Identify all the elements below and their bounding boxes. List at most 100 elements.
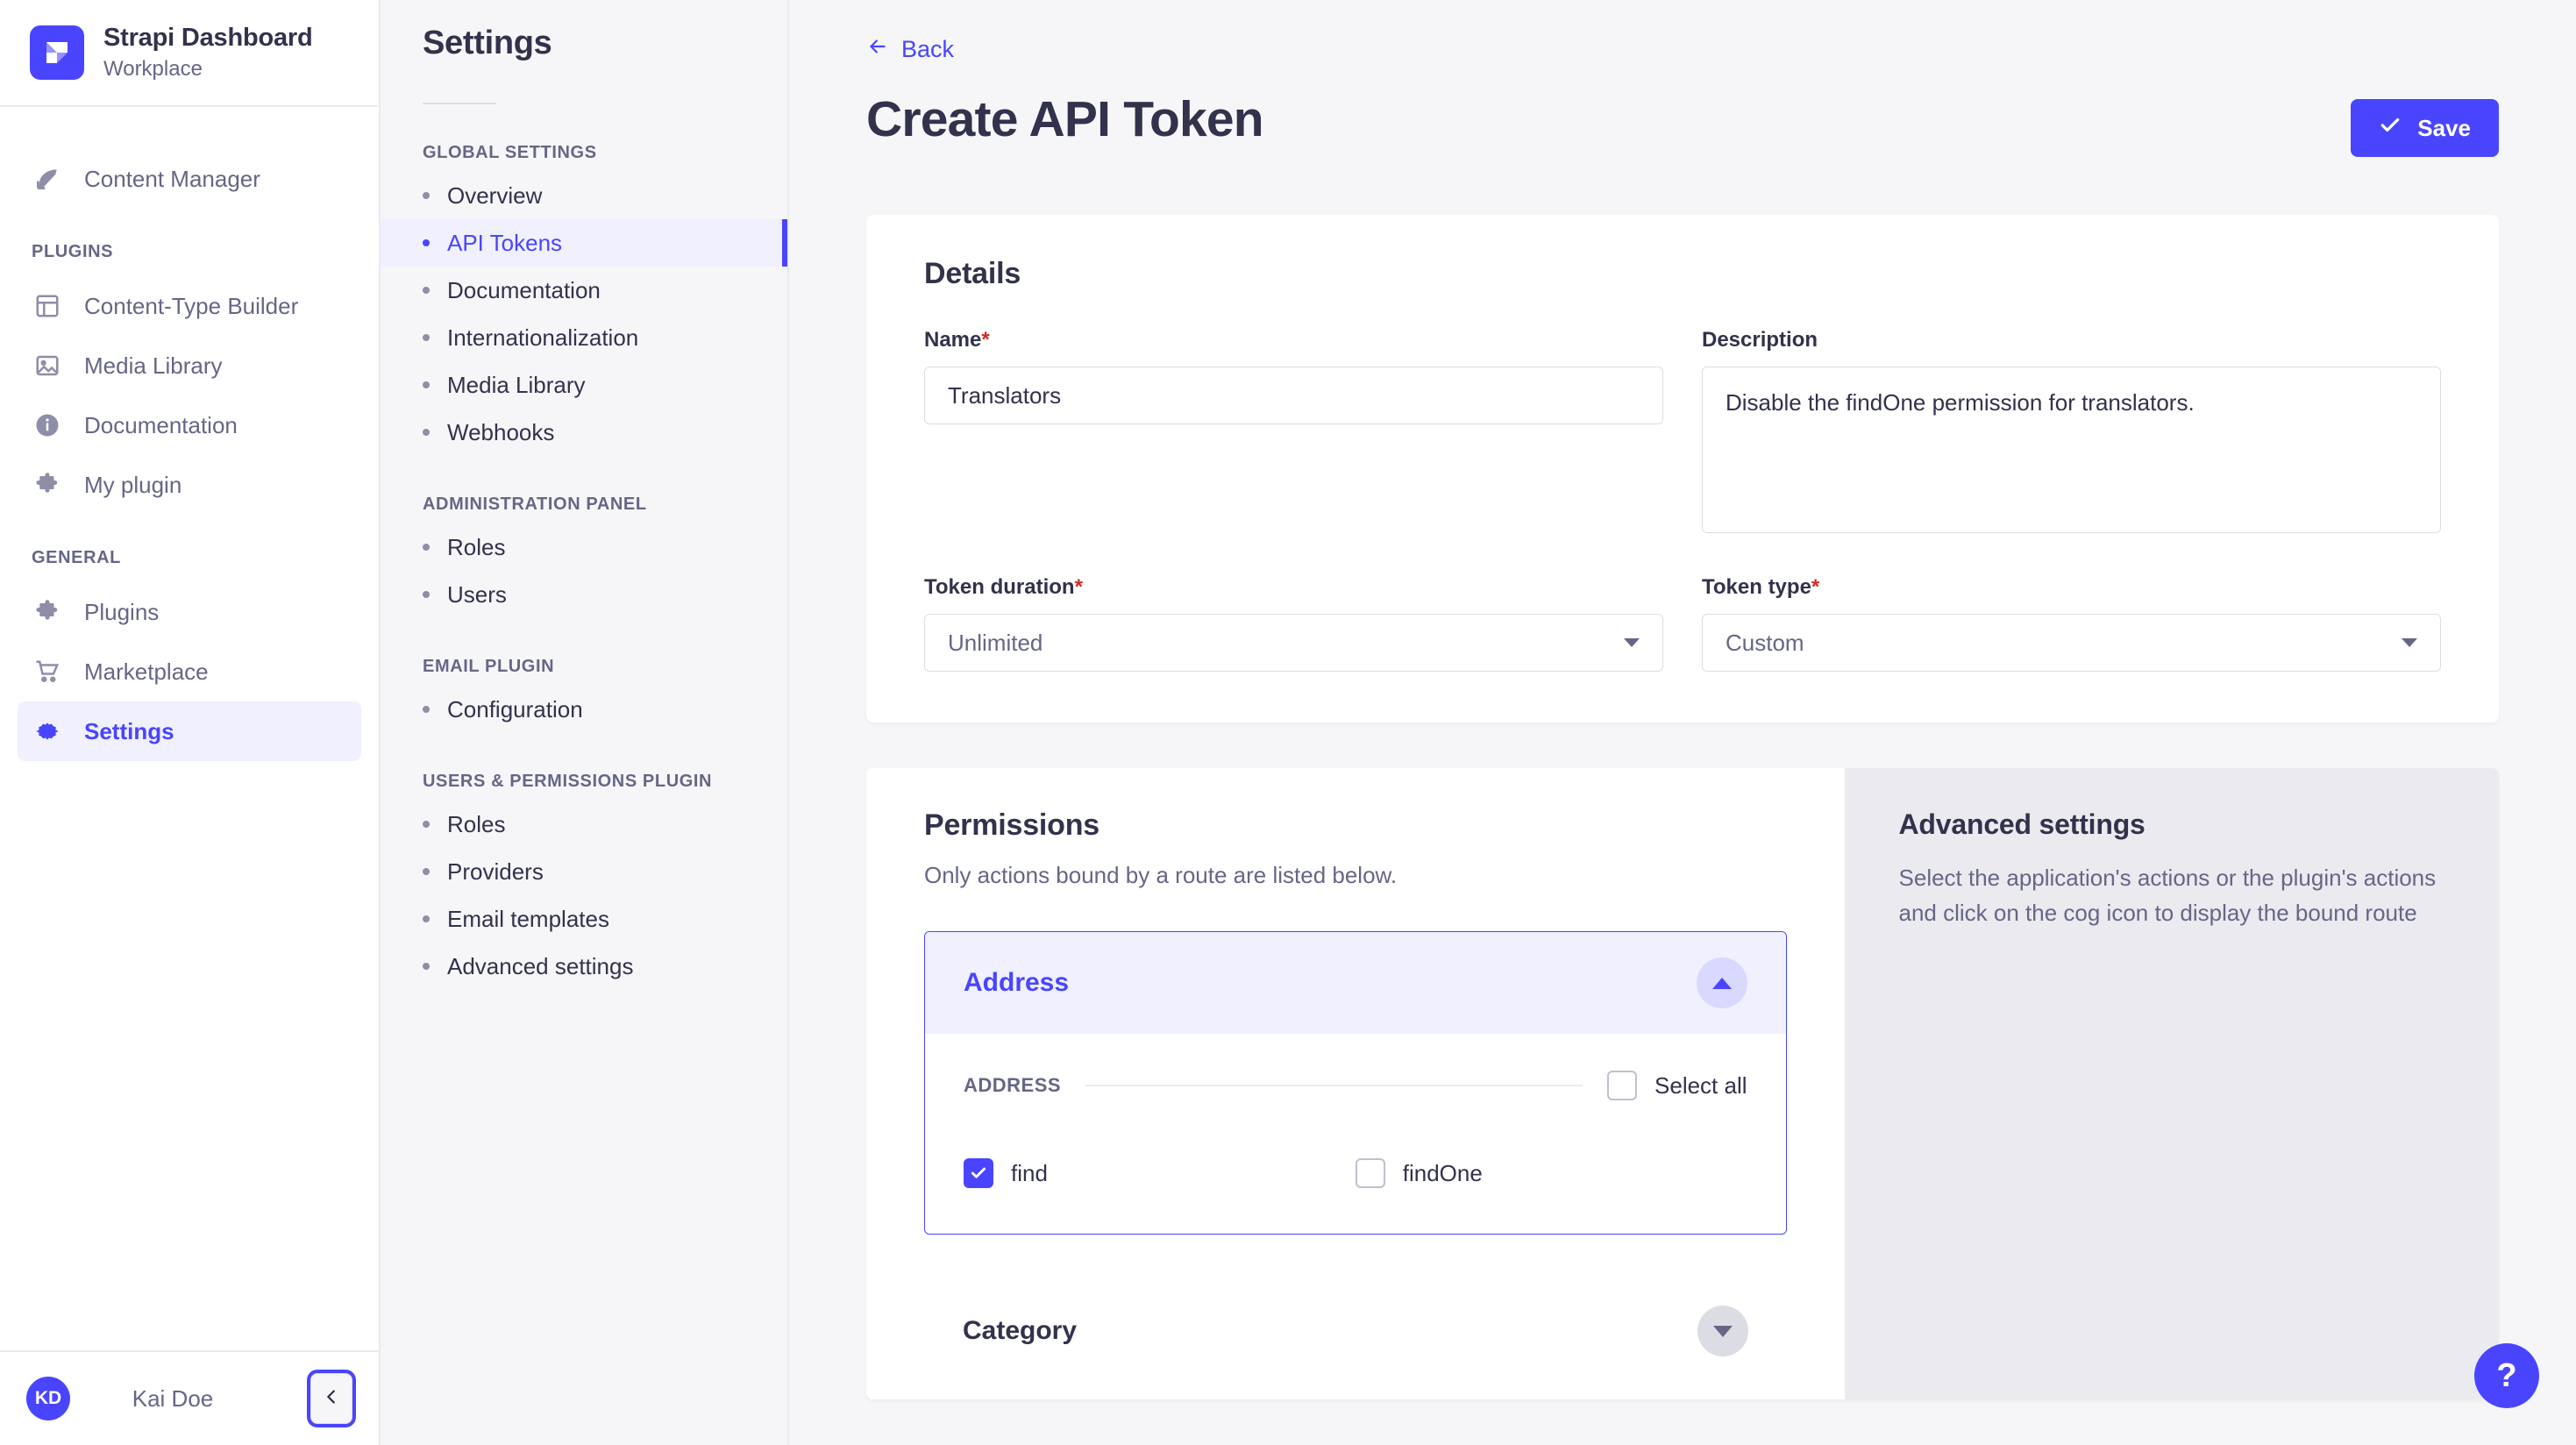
sidebar-item-label: Marketplace <box>84 658 209 686</box>
divider <box>1085 1085 1583 1086</box>
findone-checkbox[interactable] <box>1356 1158 1385 1188</box>
save-button[interactable]: Save <box>2351 99 2499 157</box>
name-input[interactable] <box>924 367 1663 424</box>
subnav-item-api-tokens[interactable]: API Tokens <box>381 219 787 267</box>
cart-icon <box>32 656 63 687</box>
bullet-icon <box>423 544 430 551</box>
accordion-address-label: Address <box>964 968 1069 998</box>
brand-title: Strapi Dashboard <box>103 23 313 53</box>
address-subsection-header: ADDRESS Select all <box>964 1071 1747 1100</box>
token-type-select[interactable]: Custom <box>1702 614 2441 672</box>
sidebar-footer: KD Kai Doe <box>0 1350 379 1445</box>
action-row-find[interactable]: find <box>964 1158 1356 1188</box>
subnav-item-label: Roles <box>447 534 505 561</box>
sidebar-nav: Content Manager PLUGINS Content-Type Bui… <box>0 107 379 1350</box>
sidebar-group-label-general: GENERAL <box>18 548 361 568</box>
permissions-title: Permissions <box>924 808 1787 843</box>
main-content: Back Create API Token Save Details N <box>789 0 2576 1445</box>
subnav-item-configuration[interactable]: Configuration <box>381 686 787 733</box>
select-all-label: Select all <box>1654 1072 1747 1100</box>
accordion-category-label: Category <box>963 1316 1077 1346</box>
token-type-value: Custom <box>1726 630 1804 657</box>
subnav-item-label: Media Library <box>447 372 586 399</box>
name-label: Name* <box>924 328 1663 352</box>
sidebar-item-plugins[interactable]: Plugins <box>18 582 361 642</box>
token-duration-select[interactable]: Unlimited <box>924 614 1663 672</box>
subnav-item-internationalization[interactable]: Internationalization <box>381 314 787 361</box>
sidebar-item-label: Settings <box>84 718 174 745</box>
sidebar-item-content-manager[interactable]: Content Manager <box>18 149 361 209</box>
sidebar-item-media-library[interactable]: Media Library <box>18 336 361 395</box>
subnav-item-overview[interactable]: Overview <box>381 172 787 219</box>
chevron-down-icon[interactable] <box>1697 1306 1748 1356</box>
description-textarea[interactable]: Disable the findOne permission for trans… <box>1702 367 2441 533</box>
brand-subtitle: Workplace <box>103 55 313 82</box>
bullet-icon <box>423 381 430 388</box>
sidebar-item-marketplace[interactable]: Marketplace <box>18 642 361 701</box>
save-button-label: Save <box>2417 115 2471 142</box>
feather-icon <box>32 163 63 195</box>
sidebar-item-label: Plugins <box>84 599 159 626</box>
help-button[interactable]: ? <box>2474 1343 2539 1408</box>
permissions-section: Permissions Only actions bound by a rout… <box>866 768 2499 1399</box>
subnav-group-label-users-permissions-plugin: USERS & PERMISSIONS PLUGIN <box>381 772 787 792</box>
permissions-subtitle: Only actions bound by a route are listed… <box>924 862 1787 889</box>
subnav-item-providers[interactable]: Providers <box>381 848 787 895</box>
description-label: Description <box>1702 328 2441 352</box>
sidebar-group-label-plugins: PLUGINS <box>18 242 361 262</box>
sidebar-item-label: Documentation <box>84 412 238 439</box>
sidebar-item-my-plugin[interactable]: My plugin <box>18 455 361 515</box>
subnav-group-label-administration-panel: ADMINISTRATION PANEL <box>381 495 787 515</box>
subnav-item-admin-users[interactable]: Users <box>381 571 787 618</box>
sidebar-collapse-button[interactable] <box>310 1373 352 1424</box>
token-duration-label: Token duration* <box>924 575 1663 600</box>
subnav-item-label: Email templates <box>447 906 609 933</box>
info-icon <box>32 409 63 441</box>
advanced-settings-panel: Advanced settings Select the application… <box>1845 768 2499 1399</box>
sidebar-item-settings[interactable]: Settings <box>18 701 361 761</box>
settings-subnav: Settings GLOBAL SETTINGS Overview API To… <box>381 0 789 1445</box>
back-link[interactable]: Back <box>866 35 954 64</box>
strapi-logo-icon <box>30 25 84 80</box>
check-icon <box>2379 114 2402 143</box>
bullet-icon <box>423 192 430 199</box>
select-all-checkbox-row[interactable]: Select all <box>1607 1071 1747 1100</box>
sidebar-item-content-type-builder[interactable]: Content-Type Builder <box>18 276 361 336</box>
avatar[interactable]: KD <box>26 1377 70 1420</box>
chevron-up-icon[interactable] <box>1697 957 1747 1008</box>
subnav-title: Settings <box>381 25 787 62</box>
bullet-icon <box>423 821 430 828</box>
select-all-checkbox[interactable] <box>1607 1071 1637 1100</box>
chevron-left-icon <box>322 1387 341 1411</box>
subnav-item-label: Advanced settings <box>447 953 633 980</box>
subnav-item-advanced-settings[interactable]: Advanced settings <box>381 943 787 990</box>
accordion-address-header[interactable]: Address <box>925 932 1786 1034</box>
subnav-item-label: Users <box>447 581 507 609</box>
required-asterisk: * <box>1075 575 1083 599</box>
subnav-item-media-library[interactable]: Media Library <box>381 361 787 409</box>
action-row-findone[interactable]: findOne <box>1356 1158 1747 1188</box>
subnav-item-admin-roles[interactable]: Roles <box>381 523 787 571</box>
bullet-icon <box>423 287 430 294</box>
token-duration-value: Unlimited <box>948 630 1042 657</box>
subnav-item-label: Internationalization <box>447 324 638 352</box>
sidebar-item-label: Content-Type Builder <box>84 293 298 320</box>
accordion-category-header[interactable]: Category <box>924 1280 1787 1382</box>
main-sidebar: Strapi Dashboard Workplace Content Manag… <box>0 0 381 1445</box>
find-checkbox[interactable] <box>964 1158 993 1188</box>
subnav-item-email-templates[interactable]: Email templates <box>381 895 787 943</box>
subnav-item-label: Documentation <box>447 277 601 304</box>
address-actions-grid: find findOne <box>964 1158 1747 1188</box>
sidebar-item-documentation[interactable]: Documentation <box>18 395 361 455</box>
bullet-icon <box>423 429 430 436</box>
bullet-icon <box>423 915 430 922</box>
description-field-wrapper: Description Disable the findOne permissi… <box>1702 328 2441 533</box>
subnav-item-webhooks[interactable]: Webhooks <box>381 409 787 456</box>
sidebar-header[interactable]: Strapi Dashboard Workplace <box>0 0 379 107</box>
puzzle-icon <box>32 469 63 501</box>
back-link-label: Back <box>901 36 954 63</box>
details-title: Details <box>924 257 2441 291</box>
subnav-item-up-roles[interactable]: Roles <box>381 801 787 848</box>
subnav-item-documentation[interactable]: Documentation <box>381 267 787 314</box>
required-asterisk: * <box>1811 575 1819 599</box>
